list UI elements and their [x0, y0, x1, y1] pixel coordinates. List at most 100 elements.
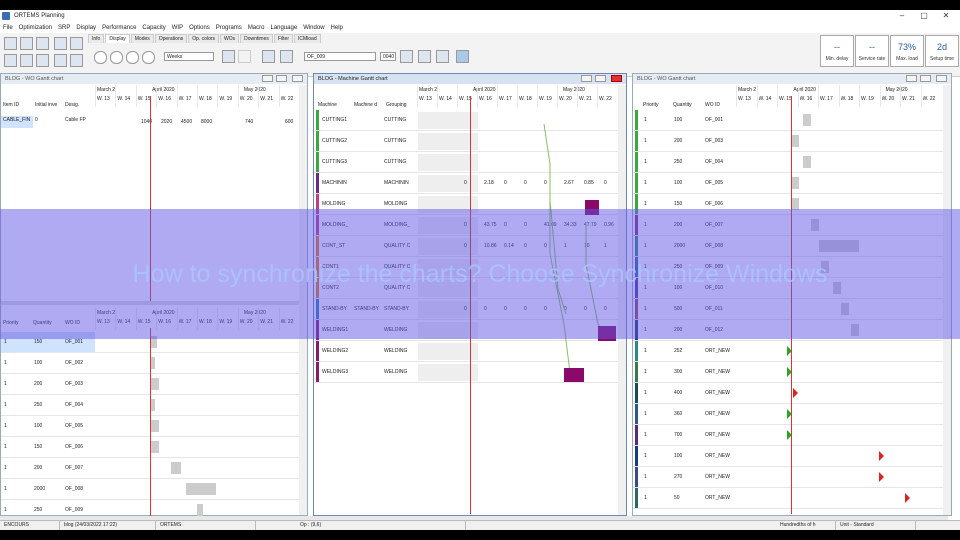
export-icon[interactable] — [70, 54, 83, 67]
tab-operations[interactable]: Operations — [154, 34, 188, 43]
wo-gantt-bar[interactable] — [803, 114, 811, 126]
left-top-column-header[interactable]: Item ID — [3, 100, 19, 110]
kpi-value: -- — [869, 42, 875, 52]
wo-priority-cell: 1 — [644, 117, 647, 123]
list-icon[interactable] — [418, 50, 431, 63]
grid-view-icon[interactable] — [222, 50, 235, 63]
time-scale-select[interactable]: Weeks — [164, 52, 214, 61]
menu-item-macro[interactable]: Macro — [245, 25, 268, 31]
wo-search-input[interactable]: OF_009 — [304, 52, 376, 61]
tab-filter[interactable]: Filter — [273, 34, 293, 43]
wo-gantt-bar[interactable] — [791, 135, 799, 147]
left-panel-title-text: BLOG - WO Gantt chart — [5, 76, 64, 82]
menu-item-window[interactable]: Window — [300, 25, 327, 31]
calculator-icon[interactable] — [36, 37, 49, 50]
menu-item-wip[interactable]: WIP — [169, 25, 186, 31]
tab-modes[interactable]: Modes — [130, 34, 154, 43]
right-column-header[interactable]: Priority — [643, 100, 659, 110]
wo-gantt-bar[interactable] — [171, 462, 181, 474]
wo-gantt-bar[interactable] — [151, 378, 159, 390]
menu-item-file[interactable]: File — [0, 25, 16, 31]
wo-milestone-icon[interactable] — [793, 388, 798, 398]
calendar-icon[interactable] — [54, 37, 67, 50]
open-icon[interactable] — [4, 37, 17, 50]
wo-gantt-bar[interactable] — [197, 504, 203, 516]
wo-quantity-cell: 100 — [674, 117, 683, 123]
wo-priority-cell: 1 — [4, 486, 7, 492]
wo-priority-cell: 1 — [644, 453, 647, 459]
right-panel-title[interactable]: BLOG - WO Gantt chart — [633, 74, 951, 84]
wo-gantt-bar[interactable] — [803, 156, 811, 168]
menu-item-srp[interactable]: SRP — [55, 25, 73, 31]
wo-gantt-bar[interactable] — [151, 399, 155, 411]
wo-milestone-icon[interactable] — [905, 493, 910, 503]
tab-opcolors[interactable]: Op. colors — [188, 34, 220, 43]
menu-item-display[interactable]: Display — [73, 25, 99, 31]
comment-icon[interactable] — [262, 50, 275, 63]
wo-gantt-bar[interactable] — [791, 177, 799, 189]
row-divider — [633, 382, 951, 383]
left-panel-minimize-button[interactable] — [262, 75, 273, 82]
wo-gantt-bar[interactable] — [186, 483, 216, 495]
wo-milestone-icon[interactable] — [879, 472, 884, 482]
menu-item-language[interactable]: Language — [267, 25, 300, 31]
wo-milestone-icon[interactable] — [879, 451, 884, 461]
wo-gantt-bar[interactable] — [151, 420, 159, 432]
close-button[interactable]: ✕ — [932, 10, 960, 22]
row-divider — [633, 403, 951, 404]
menu-item-capacity[interactable]: Capacity — [139, 25, 168, 31]
menu-bar: File Optimization SRP Display Performance Cap… — [0, 22, 960, 33]
left-top-column-header[interactable]: Initial inve — [35, 100, 57, 110]
tab-display[interactable]: Display — [105, 34, 130, 43]
wo-gantt-bar[interactable] — [151, 441, 159, 453]
title-bar: ORTEMS Planning – ▢ ✕ — [0, 10, 960, 22]
tab-downtimes[interactable]: Downtimes — [240, 34, 273, 43]
resize-icon[interactable] — [20, 54, 33, 67]
tab-info[interactable]: Info — [88, 34, 105, 43]
left-panel-close-button[interactable] — [292, 75, 303, 82]
left-panel-title[interactable]: BLOG - WO Gantt chart — [1, 74, 307, 84]
kpi-value: 73% — [897, 42, 916, 52]
left-top-column-header[interactable]: Desig. — [65, 100, 79, 110]
left-panel-maximize-button[interactable] — [276, 75, 287, 82]
status-field: ENCOURS — [0, 521, 60, 530]
wo-wo-cell: OF_005 — [65, 423, 84, 429]
layout-icon[interactable] — [400, 50, 413, 63]
pin-icon[interactable] — [280, 50, 293, 63]
today-line-bottom — [150, 328, 151, 516]
menu-item-help[interactable]: Help — [328, 25, 346, 31]
wo-color-bar — [635, 341, 638, 361]
crosshair-icon[interactable] — [238, 50, 251, 63]
toolbar: Info Display Modes Operations Op. colors WOs D… — [0, 33, 960, 77]
zoom-next-icon[interactable] — [110, 51, 123, 64]
tab-wos[interactable]: WOs — [220, 34, 240, 43]
right-panel-maximize-button[interactable] — [920, 75, 931, 82]
save-icon[interactable] — [20, 37, 33, 50]
wo-priority-cell: 1 — [644, 138, 647, 144]
item-id-cell[interactable]: CABLE_FIN — [1, 116, 33, 128]
sync-windows-icon[interactable] — [436, 50, 449, 63]
window-icon[interactable] — [36, 54, 49, 67]
tab-icmload[interactable]: ICMload — [294, 34, 321, 43]
wo-wo-cell: OF_004 — [705, 159, 724, 165]
right-panel-close-button[interactable] — [936, 75, 947, 82]
wo-gantt-bar[interactable] — [151, 357, 155, 369]
tile-windows-icon[interactable] — [456, 50, 469, 63]
menu-item-programs[interactable]: Programs — [213, 25, 245, 31]
menu-item-performance[interactable]: Performance — [99, 25, 139, 31]
menu-item-optimization[interactable]: Optimization — [16, 25, 55, 31]
zoom-out-icon[interactable] — [142, 51, 155, 64]
line-tool-icon[interactable] — [4, 54, 17, 67]
wo-quantity-cell: 100 — [34, 360, 43, 366]
right-column-header[interactable]: Quantity — [673, 100, 692, 110]
right-column-header[interactable]: WO ID — [705, 100, 720, 110]
status-field: Unit - Standard — [836, 521, 916, 530]
kpi-label: Min. delay — [825, 56, 849, 62]
menu-item-options[interactable]: Options — [186, 25, 213, 31]
right-panel-minimize-button[interactable] — [906, 75, 917, 82]
zoom-prev-icon[interactable] — [94, 51, 107, 64]
filter-icon[interactable] — [70, 37, 83, 50]
operation-block-welding3[interactable] — [564, 368, 584, 382]
zoom-in-icon[interactable] — [126, 51, 139, 64]
grid-icon[interactable] — [54, 54, 67, 67]
